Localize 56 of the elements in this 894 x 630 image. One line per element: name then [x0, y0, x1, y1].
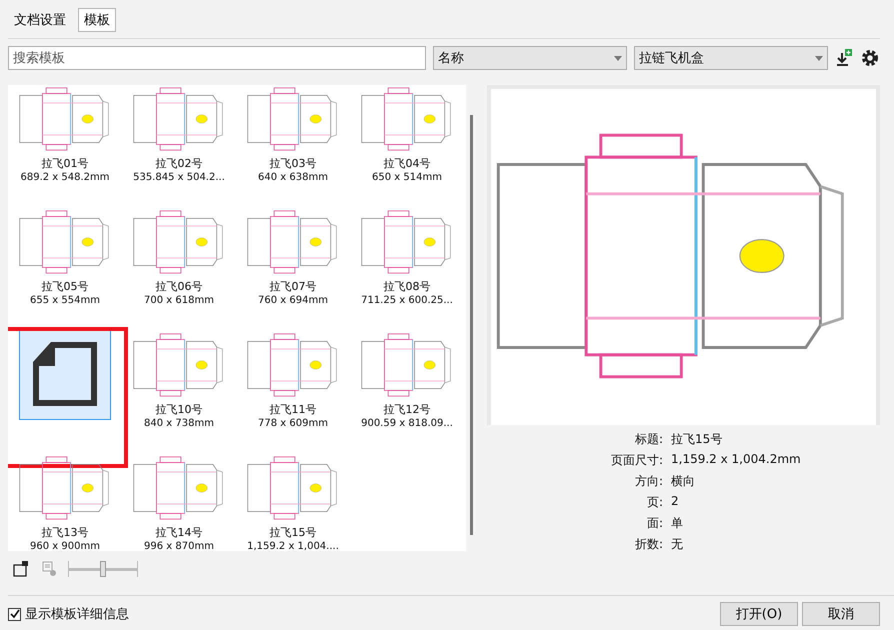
detail-label: 折数: — [634, 536, 663, 553]
template-name: 拉飞14号 — [156, 526, 202, 540]
template-size: 711.25 x 600.25... — [361, 294, 453, 307]
template-size: 640 x 638mm — [258, 171, 328, 184]
template-size: 1,159.2 x 1,004.... — [247, 540, 339, 551]
template-name: 拉飞11号 — [270, 403, 316, 417]
tab[interactable]: 文档设置 — [8, 8, 72, 32]
template-size: 840 x 738mm — [144, 417, 214, 430]
template-size: 535.845 x 504.2... — [133, 171, 225, 184]
new-folder-icon[interactable] — [12, 560, 30, 578]
detail-value: 横向 — [671, 473, 696, 490]
template-size: 778 x 609mm — [258, 417, 328, 430]
detail-value: 单 — [671, 515, 684, 532]
template-name: 拉飞06号 — [156, 280, 202, 294]
detail-value: 2 — [671, 494, 680, 510]
category-dropdown[interactable]: 拉链飞机盒 — [634, 46, 828, 70]
template-name: 拉飞08号 — [384, 280, 430, 294]
template-name: 拉飞12号 — [384, 403, 430, 417]
template-name: 拉飞04号 — [384, 157, 430, 171]
dialog-button[interactable]: 取消 — [802, 602, 880, 626]
caret-icon — [815, 56, 823, 60]
detail-label: 面: — [646, 515, 663, 532]
caret-icon — [614, 56, 622, 60]
detail-label: 页面尺寸: — [610, 452, 663, 469]
detail-label: 标题: — [634, 431, 663, 448]
template-size: 760 x 694mm — [258, 294, 328, 307]
sort-dropdown[interactable]: 名称 — [433, 46, 627, 70]
dialog-button[interactable]: 打开(O) — [720, 602, 798, 626]
template-size: 700 x 618mm — [144, 294, 214, 307]
template-size: 996 x 870mm — [144, 540, 214, 551]
template-size: 900.59 x 818.09... — [361, 417, 453, 430]
detail-label: 方向: — [634, 473, 663, 490]
template-name: 拉飞03号 — [270, 157, 316, 171]
template-name: 拉飞07号 — [270, 280, 316, 294]
template-name: 拉飞15号 — [270, 526, 316, 540]
check-icon — [10, 609, 20, 619]
template-name: 拉飞05号 — [42, 280, 88, 294]
template-size: 960 x 900mm — [30, 540, 100, 551]
scrollbar[interactable] — [470, 115, 473, 535]
show-details-checkbox[interactable]: 显示模板详细信息 — [8, 605, 129, 623]
detail-value: 无 — [671, 536, 684, 553]
search-field[interactable]: 搜索模板 — [8, 46, 426, 70]
template-name: 拉飞13号 — [42, 526, 88, 540]
settings-icon[interactable] — [860, 48, 880, 68]
import-icon[interactable] — [835, 48, 853, 68]
tab[interactable]: 模板 — [78, 8, 116, 32]
template-size: 689.2 x 548.2mm — [20, 171, 110, 184]
template-size: 650 x 514mm — [372, 171, 442, 184]
detail-label: 页: — [646, 494, 663, 511]
template-size: 655 x 554mm — [30, 294, 100, 307]
template-name: 拉飞02号 — [156, 157, 202, 171]
template-name: 拉飞01号 — [42, 157, 88, 171]
blank-template-tile[interactable] — [19, 328, 111, 420]
detail-value: 1,159.2 x 1,004.2mm — [671, 452, 802, 468]
template-name: 拉飞10号 — [156, 403, 202, 417]
detail-value: 拉飞15号 — [671, 431, 724, 448]
